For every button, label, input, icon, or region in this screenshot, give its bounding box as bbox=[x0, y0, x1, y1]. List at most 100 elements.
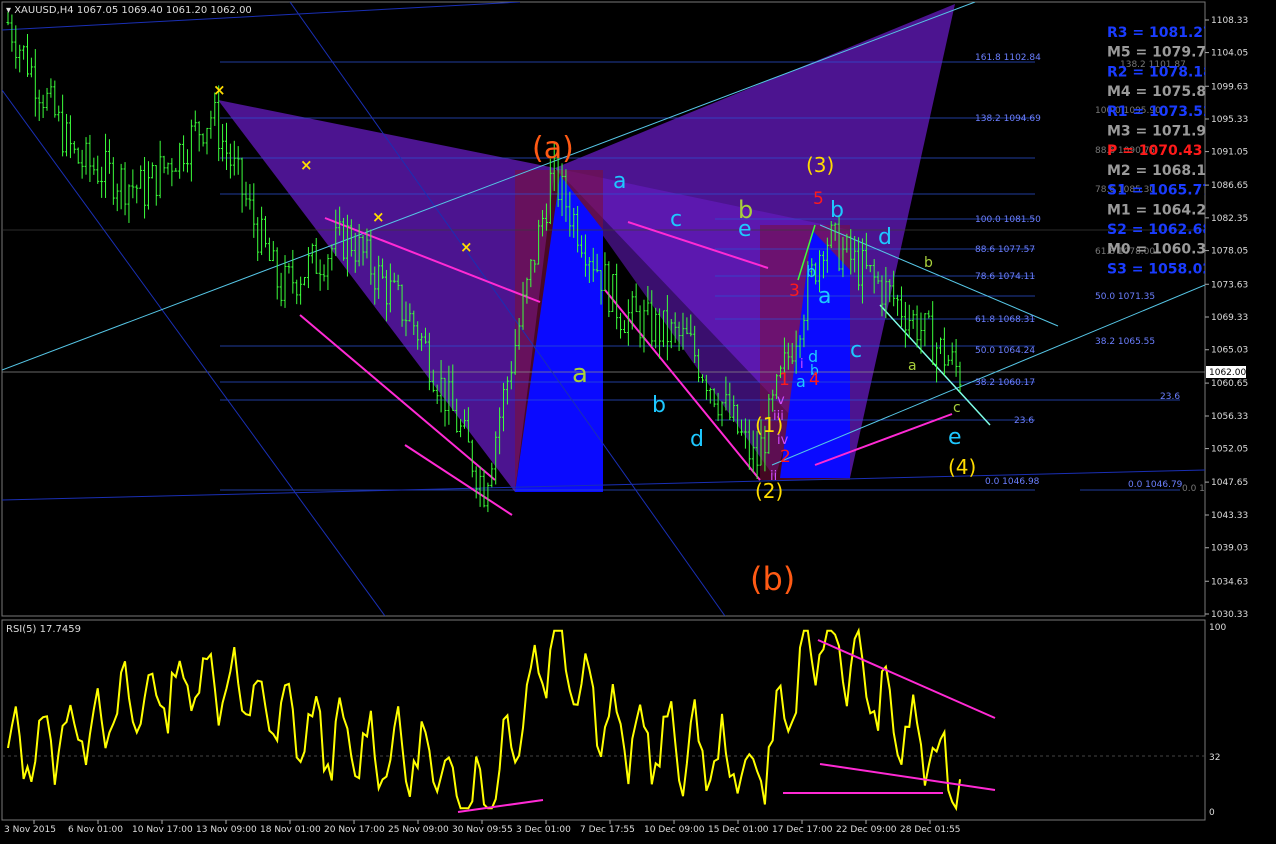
price-tick-label: 1082.35 bbox=[1211, 214, 1248, 224]
price-tick-label: 1099.63 bbox=[1211, 82, 1248, 92]
pivot-level: M4 = 1075.85 bbox=[1107, 84, 1216, 100]
price-tick-label: 1073.63 bbox=[1211, 280, 1248, 290]
wave-label: b bbox=[830, 198, 844, 223]
fib-label: 23.6 bbox=[1160, 392, 1180, 402]
fib-label: 38.2 1065.55 bbox=[1095, 337, 1155, 347]
time-tick-label: 7 Dec 17:55 bbox=[580, 825, 635, 835]
time-axis: 3 Nov 2015 6 Nov 01:00 10 Nov 17:00 13 Nov … bbox=[4, 820, 961, 835]
fib-label: 138.2 1094.69 bbox=[975, 114, 1041, 124]
rsi-axis-label: 0 bbox=[1209, 808, 1215, 818]
pivot-level: P = 1070.43 bbox=[1107, 143, 1203, 159]
svg-text:×: × bbox=[213, 81, 226, 99]
wave-label: 5 bbox=[813, 189, 824, 209]
price-tick-label: 1052.05 bbox=[1211, 445, 1248, 455]
price-tick-label: 1043.33 bbox=[1211, 511, 1248, 521]
fib-label: 23.6 bbox=[1014, 416, 1034, 426]
time-tick-label: 22 Dec 09:00 bbox=[836, 825, 897, 835]
fib-label: 50.0 1071.35 bbox=[1095, 292, 1155, 302]
symbol-label: XAUUSD,H4 bbox=[14, 5, 73, 16]
wave-label-a-big: (a) bbox=[532, 131, 574, 166]
time-tick-label: 10 Dec 09:00 bbox=[644, 825, 705, 835]
price-tick-label: 1091.05 bbox=[1211, 148, 1248, 158]
svg-text:×: × bbox=[372, 208, 385, 226]
wave-label: b bbox=[924, 255, 933, 271]
current-price-label: 1062.00 bbox=[1209, 368, 1246, 378]
time-tick-label: 17 Dec 17:00 bbox=[772, 825, 833, 835]
ohlc-values: 1067.05 1069.40 1061.20 1062.00 bbox=[77, 5, 252, 16]
fib-label: 38.2 1060.17 bbox=[975, 378, 1035, 388]
time-tick-label: 25 Nov 09:00 bbox=[388, 825, 449, 835]
wave-label: a bbox=[908, 358, 917, 374]
wave-label: b bbox=[806, 262, 816, 281]
fib-label: 0.0 1046.79 bbox=[1128, 480, 1183, 490]
time-tick-label: 3 Nov 2015 bbox=[4, 825, 56, 835]
wave-label: d bbox=[690, 427, 704, 452]
pivot-level: M1 = 1064.22 bbox=[1107, 202, 1216, 218]
pivot-level: R1 = 1073.52 bbox=[1107, 104, 1213, 120]
fib-label: 161.8 1102.84 bbox=[975, 53, 1041, 63]
time-tick-label: 15 Dec 01:00 bbox=[708, 825, 769, 835]
price-tick-label: 1034.63 bbox=[1211, 577, 1248, 587]
wave-label-4: (4) bbox=[948, 455, 976, 479]
wave-label: a bbox=[613, 169, 626, 194]
time-tick-label: 13 Nov 09:00 bbox=[196, 825, 257, 835]
rsi-axis-label: 100 bbox=[1209, 623, 1226, 633]
price-chart[interactable]: × × × × 161.8 1102.84 138.2 1101.87 138.… bbox=[0, 0, 1276, 840]
price-tick-label: 1030.33 bbox=[1211, 610, 1248, 620]
wave-label: b bbox=[738, 196, 753, 224]
time-tick-label: 18 Nov 01:00 bbox=[260, 825, 321, 835]
wave-label: iv bbox=[777, 433, 789, 448]
pivot-level: R3 = 1081.27 bbox=[1107, 25, 1213, 41]
price-tick-label: 1104.05 bbox=[1211, 49, 1248, 59]
pivot-level: M5 = 1079.72 bbox=[1107, 45, 1216, 61]
wave-label: v bbox=[777, 393, 785, 408]
wave-label-3: (3) bbox=[806, 153, 834, 177]
wave-label: d bbox=[878, 225, 892, 250]
rsi-axis: 100 32 0 bbox=[1209, 623, 1226, 818]
rsi-label: RSI(5) 17.7459 bbox=[6, 624, 81, 635]
wave-label: b bbox=[652, 393, 666, 418]
rsi-line bbox=[7, 627, 961, 812]
wave-label: ii bbox=[770, 469, 777, 484]
wave-label: c bbox=[670, 207, 682, 232]
price-tick-label: 1056.33 bbox=[1211, 412, 1248, 422]
price-tick-label: 1078.05 bbox=[1211, 247, 1248, 257]
svg-text:×: × bbox=[300, 156, 313, 174]
price-tick-label: 1047.65 bbox=[1211, 478, 1248, 488]
price-tick-label: 1060.65 bbox=[1211, 379, 1248, 389]
rsi-axis-label: 32 bbox=[1209, 753, 1220, 763]
pivot-level: M3 = 1071.97 bbox=[1107, 124, 1216, 140]
wave-label: 3 bbox=[789, 281, 800, 301]
pivot-level: R2 = 1078.18 bbox=[1107, 64, 1213, 80]
price-tick-label: 1095.33 bbox=[1211, 115, 1248, 125]
chart-header: ▾ XAUUSD,H4 1067.05 1069.40 1061.20 1062… bbox=[6, 5, 252, 16]
fib-label: 100.0 1081.50 bbox=[975, 215, 1041, 225]
wave-label: c bbox=[953, 400, 961, 416]
wave-label: i bbox=[800, 357, 804, 372]
time-tick-label: 28 Dec 01:55 bbox=[900, 825, 961, 835]
price-tick-label: 1108.33 bbox=[1211, 16, 1248, 26]
wave-label: iii bbox=[773, 409, 784, 424]
time-tick-label: 10 Nov 17:00 bbox=[132, 825, 193, 835]
main-pane: × × × × 161.8 1102.84 138.2 1101.87 138.… bbox=[2, 2, 1216, 616]
fib-label: 0.0 1046.98 bbox=[985, 477, 1040, 487]
wave-label: 4 bbox=[809, 370, 820, 390]
time-tick-label: 6 Nov 01:00 bbox=[68, 825, 123, 835]
pivot-level: S2 = 1062.68 bbox=[1107, 222, 1212, 238]
c-e-trendline bbox=[879, 304, 991, 426]
price-tick-label: 1065.03 bbox=[1211, 346, 1248, 356]
price-axis: 1108.33 1104.05 1099.63 1095.33 1091.05 1086.… bbox=[1205, 16, 1248, 620]
time-tick-label: 3 Dec 01:00 bbox=[516, 825, 571, 835]
channel-lines bbox=[2, 2, 1205, 616]
price-tick-label: 1039.03 bbox=[1211, 544, 1248, 554]
price-tick-label: 1086.65 bbox=[1211, 181, 1248, 191]
fib-label: 88.6 1077.57 bbox=[975, 245, 1035, 255]
pivot-level: S3 = 1058.02 bbox=[1107, 261, 1212, 277]
wave-label: 1 bbox=[779, 370, 790, 390]
wave-label: 2 bbox=[780, 447, 791, 467]
wave-label-b-big: (b) bbox=[750, 560, 795, 598]
pivot-level: M2 = 1068.10 bbox=[1107, 163, 1216, 179]
wave-label: e bbox=[948, 425, 962, 450]
fib-label: 78.6 1074.11 bbox=[975, 272, 1035, 282]
price-tick-label: 1069.33 bbox=[1211, 313, 1248, 323]
